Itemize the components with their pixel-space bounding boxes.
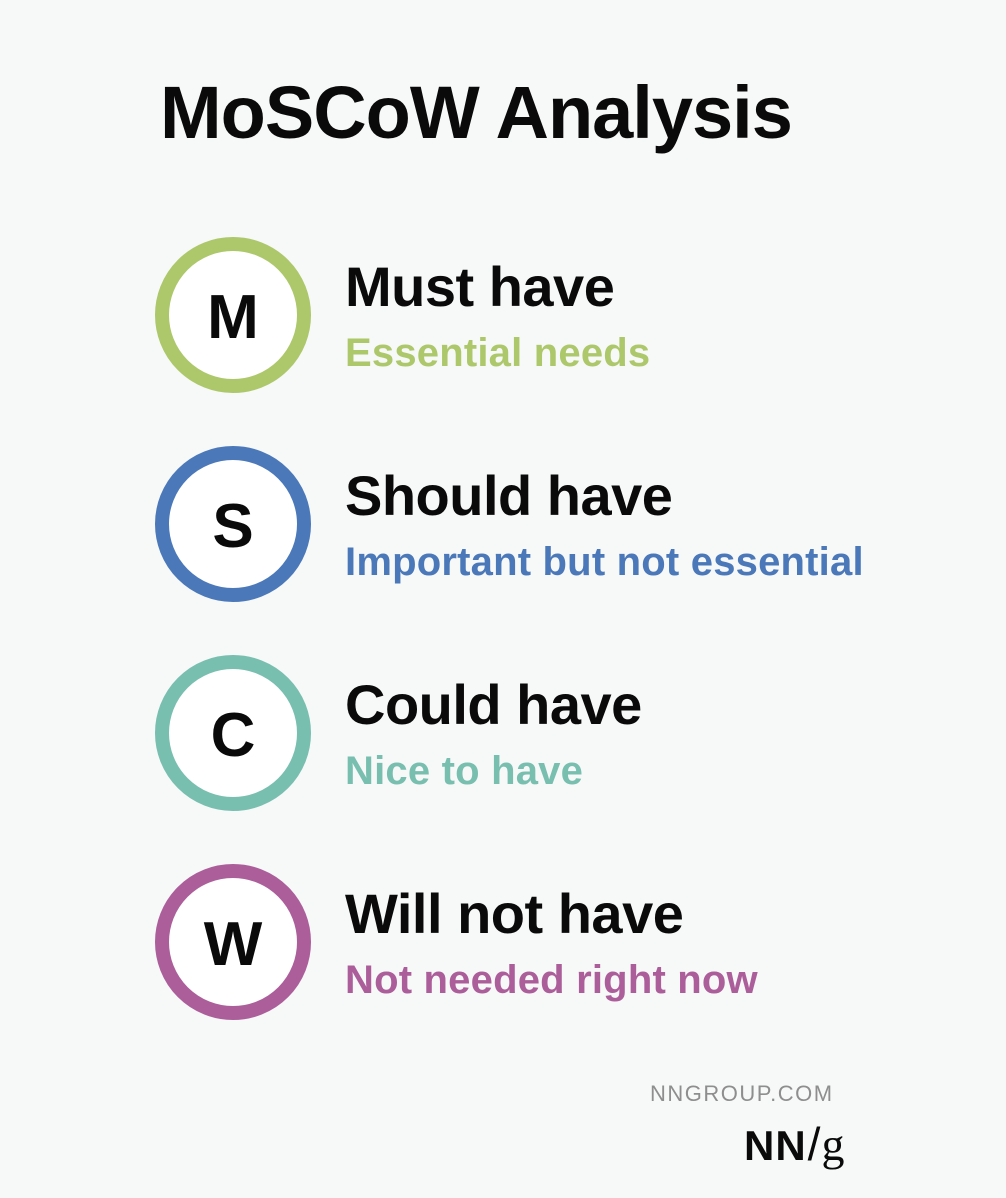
must-have-label: Must have — [345, 255, 615, 318]
logo-g-text: g — [821, 1119, 845, 1170]
could-letter: C — [210, 701, 256, 770]
could-have-description: Nice to have — [345, 749, 584, 793]
will-not-have-description: Not needed right now — [345, 958, 758, 1002]
could-have-label: Could have — [345, 673, 642, 736]
should-have-label: Should have — [345, 464, 673, 527]
site-url: NNGROUP.COM — [650, 1081, 834, 1106]
should-letter: S — [212, 492, 254, 561]
moscow-list: M Must have Essential needs S Should hav… — [0, 0, 1006, 1198]
should-circle-icon: S — [155, 446, 311, 602]
logo-nn-text: NN — [744, 1122, 807, 1169]
nng-logo: NN / g — [744, 1118, 844, 1174]
will-not-circle-icon: W — [155, 864, 311, 1020]
list-item-will-not-have: W Will not have Not needed right now — [155, 864, 955, 1020]
will-not-have-label: Will not have — [345, 882, 684, 945]
list-item-could-have: C Could have Nice to have — [155, 655, 955, 811]
list-item-should-have: S Should have Important but not essentia… — [155, 446, 955, 602]
logo-slash-text: / — [807, 1118, 821, 1170]
could-circle-icon: C — [155, 655, 311, 811]
should-have-description: Important but not essential — [345, 540, 864, 584]
must-have-description: Essential needs — [345, 331, 651, 375]
must-letter: M — [207, 283, 259, 352]
must-circle-icon: M — [155, 237, 311, 393]
will-not-letter: W — [203, 910, 263, 979]
list-item-must-have: M Must have Essential needs — [155, 237, 955, 393]
